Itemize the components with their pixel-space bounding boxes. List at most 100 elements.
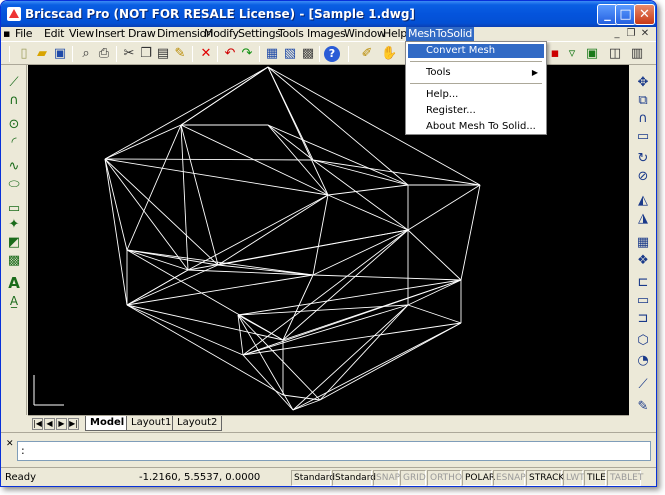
layer-icon[interactable]: ▩ [300,46,316,62]
application-window: Bricscad Pro (NOT FOR RESALE License) - … [0,0,657,487]
delete-icon[interactable]: ✕ [198,46,214,62]
properties-icon[interactable]: ▦ [264,46,280,62]
status-pane-tile[interactable]: TILE [584,470,606,486]
status-pane-polar[interactable]: POLAR [462,470,495,486]
copy-objects-icon[interactable]: ⧉ [634,93,652,109]
line-icon[interactable]: ⟋ [5,75,23,91]
spline-icon[interactable]: ∿ [5,159,23,175]
status-pane-strack[interactable]: STRACK [526,470,564,486]
command-line-input[interactable]: : [17,441,651,461]
status-pane-lwt[interactable]: LWT [563,470,585,486]
tab-model[interactable]: Model [85,416,130,431]
circle-icon[interactable]: ⊙ [5,117,23,133]
bricscad-app-icon[interactable] [6,6,22,22]
copy-icon[interactable]: ❐ [138,46,154,62]
edit-icon[interactable]: ✎ [634,399,652,415]
print-icon[interactable]: ⎙ [96,46,112,62]
status-pane-standard[interactable]: Standard [291,470,335,486]
first-tab-button[interactable]: |◀ [32,418,43,430]
menu-images[interactable]: Images [307,27,346,41]
break-icon[interactable]: ⊐ [634,311,652,327]
menu-item-convert-mesh[interactable]: Convert Mesh [408,44,544,58]
menu-item-about[interactable]: About Mesh To Solid... [408,120,544,134]
menu-item-register[interactable]: Register... [408,104,544,118]
menu-view[interactable]: View [69,27,94,41]
undo-icon[interactable]: ↶ [222,46,238,62]
open-icon[interactable]: ▰ [34,46,50,62]
next-tab-button[interactable]: ▶ [56,418,67,430]
arc-icon[interactable]: ◜ [5,135,23,151]
save-icon[interactable]: ▣ [52,46,68,62]
cut-icon[interactable]: ✂ [121,46,137,62]
menu-modify[interactable]: Modify [204,27,239,41]
tab-layout1[interactable]: Layout1 [126,416,177,431]
status-pane-grid[interactable]: GRID [400,470,426,486]
status-pane-ortho[interactable]: ORTHO [427,470,462,486]
text-icon[interactable]: A [5,275,23,291]
title-bar[interactable]: Bricscad Pro (NOT FOR RESALE License) - … [1,1,656,27]
polyline-icon[interactable]: ∩ [5,93,23,109]
array-icon[interactable]: ▦ [634,235,652,251]
chamfer-icon[interactable]: ⟋ [634,377,652,393]
mtext-icon[interactable]: A̲ [5,293,23,309]
menu-edit[interactable]: Edit [44,27,64,41]
last-tab-button[interactable]: ▶| [68,418,79,430]
menu-item-tools[interactable]: Tools ▶ [408,66,544,80]
ellipse-icon[interactable]: ⬭ [5,177,23,193]
menu-window[interactable]: Window [344,27,386,41]
toolbar-right-icon[interactable]: ▿ [564,46,580,62]
menu-draw[interactable]: Draw [128,27,156,41]
toolbar-right-icon[interactable]: ▪ [547,46,563,62]
hatch-icon[interactable]: ▩ [5,253,23,269]
menu-file[interactable]: File [15,27,33,41]
scale-icon[interactable]: ⊘ [634,169,652,185]
explode-icon[interactable]: ⬡ [634,333,652,349]
mdi-minimize-button[interactable]: _ [610,28,624,39]
menu-tools[interactable]: Tools [278,27,304,41]
match-properties-icon[interactable]: ✎ [172,46,188,62]
menu-item-help[interactable]: Help... [408,88,544,102]
design-center-icon[interactable]: ▧ [282,46,298,62]
menu-help[interactable]: Help [383,27,407,41]
menu-meshtosolid[interactable]: MeshToSolid [406,27,475,41]
toolbar-grip[interactable] [9,46,10,62]
status-pane-standard[interactable]: Standard [332,470,376,486]
maximize-button[interactable]: □ [615,4,636,25]
menu-settings[interactable]: Settings [238,27,281,41]
fillet-icon[interactable]: ◔ [634,353,652,369]
command-bar-close-icon[interactable]: ✕ [6,439,14,449]
rectangle-icon[interactable]: ▭ [5,201,23,217]
toolbar-right-icon[interactable]: ▥ [629,46,645,62]
rotate-icon[interactable]: ↻ [634,151,652,167]
array3d-icon[interactable]: ❖ [634,253,652,269]
status-pane-esnap[interactable]: ESNAP [493,470,526,486]
pan-icon[interactable]: ✋ [381,46,397,62]
move-icon[interactable]: ✥ [634,75,652,91]
print-preview-icon[interactable]: ⌕ [78,46,94,62]
help-icon[interactable]: ? [324,46,340,62]
stretch-icon[interactable]: ▭ [634,129,652,145]
extend-icon[interactable]: ▭ [634,293,652,309]
menu-insert[interactable]: Insert [95,27,125,41]
mirror3d-icon[interactable]: ◮ [634,211,652,227]
trim-icon[interactable]: ⊏ [634,275,652,291]
redo-icon[interactable]: ↷ [239,46,255,62]
status-pane-tablet[interactable]: TABLET [607,470,643,486]
block-icon[interactable]: ◩ [5,235,23,251]
prev-tab-button[interactable]: ◀ [44,418,55,430]
mdi-close-button[interactable]: ✕ [638,28,652,39]
menu-app-icon[interactable]: ▪ [3,27,10,41]
close-button[interactable]: ✕ [634,4,655,25]
mdi-restore-button[interactable]: ❐ [624,28,638,39]
paste-icon[interactable]: ▤ [155,46,171,62]
point-icon[interactable]: ✦ [5,217,23,233]
toolbar-right-icon[interactable]: ▣ [584,46,600,62]
status-pane-snap[interactable]: SNAP [373,470,400,486]
new-icon[interactable]: ▯ [16,46,32,62]
standard-toolbar: ▯ ▰ ▣ ⌕ ⎙ ✂ ❐ ▤ ✎ ✕ ↶ ↷ ▦ ▧ ▩ ? ✐ ✋ ▪ ▿ … [1,41,656,65]
mirror-icon[interactable]: ◭ [634,193,652,209]
offset-icon[interactable]: ∩ [634,111,652,127]
toolbar-right-icon[interactable]: ◫ [607,46,623,62]
tab-layout2[interactable]: Layout2 [172,416,223,431]
pencil-icon[interactable]: ✐ [359,46,375,62]
